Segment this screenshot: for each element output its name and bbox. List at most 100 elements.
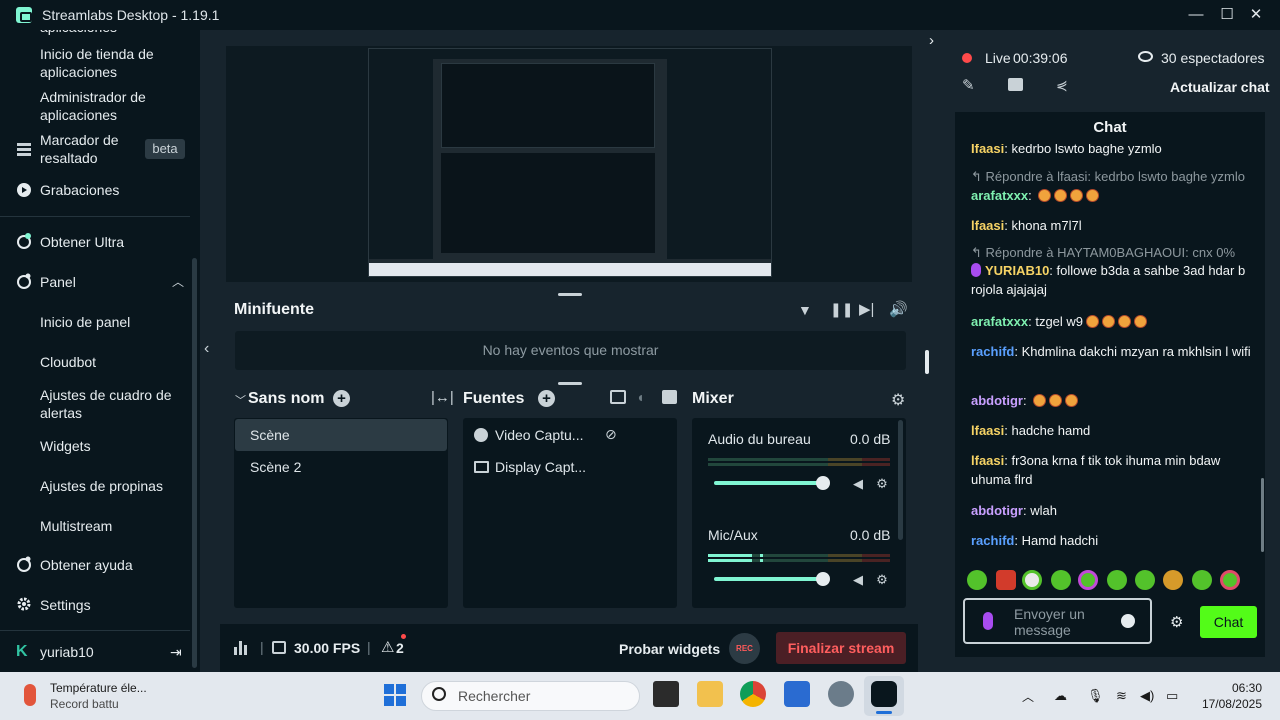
chevron-down-icon[interactable]: ﹀ xyxy=(235,392,246,408)
source-item[interactable]: Display Capt... xyxy=(495,459,586,475)
source-folder-icon[interactable] xyxy=(662,390,677,404)
chevron-up-icon[interactable]: ︿ xyxy=(172,273,184,291)
mixer-scrollbar[interactable] xyxy=(898,420,903,540)
refresh-chat-button[interactable]: Actualizar chat xyxy=(1170,79,1270,95)
taskbar-search[interactable] xyxy=(421,681,640,711)
scene-transition-icon[interactable]: |↔| xyxy=(431,389,454,406)
file-explorer-icon[interactable] xyxy=(697,681,723,707)
collapse-sidebar-icon[interactable]: ‹ xyxy=(204,340,209,358)
sidebar-item-panel[interactable]: Panel xyxy=(40,273,180,291)
slider-knob[interactable] xyxy=(816,572,830,586)
emote-icon[interactable] xyxy=(1051,570,1071,590)
weather-notification-subtitle[interactable]: Record battu xyxy=(50,697,119,711)
ultra-icon xyxy=(17,233,31,249)
channel-gear-icon[interactable]: ⚙ xyxy=(875,477,889,491)
chrome-icon[interactable] xyxy=(740,681,766,707)
chat-settings-gear-icon[interactable]: ⚙ xyxy=(1170,613,1183,631)
streamlabs-taskbar-icon[interactable] xyxy=(871,681,897,707)
edit-icon[interactable]: ✎ xyxy=(962,76,975,94)
channel-gear-icon[interactable]: ⚙ xyxy=(875,573,889,587)
sidebar-item-get-help[interactable]: Obtener ayuda xyxy=(40,556,180,574)
resize-handle[interactable] xyxy=(925,350,929,374)
add-scene-icon[interactable]: + xyxy=(333,390,350,407)
record-button[interactable]: REC xyxy=(729,633,760,664)
show-hidden-icons-chevron-icon[interactable]: ︿ xyxy=(1022,688,1034,705)
sidebar-item-settings[interactable]: Settings xyxy=(40,596,180,614)
clock-time[interactable]: 06:30 xyxy=(1216,681,1262,695)
sidebar-scrollbar[interactable] xyxy=(192,258,197,668)
sidebar-item-highlighter[interactable]: Marcador de resaltado xyxy=(40,131,140,167)
volume-slider[interactable] xyxy=(714,577,824,581)
cloud-icon[interactable]: ☁ xyxy=(1054,688,1067,704)
sidebar-item-app-store-home[interactable]: Inicio de tienda de aplicaciones xyxy=(40,45,180,81)
clock-date[interactable]: 17/08/2025 xyxy=(1196,697,1262,711)
emote-icon[interactable] xyxy=(1078,570,1098,590)
sidebar-item-dashboard-home[interactable]: Inicio de panel xyxy=(40,313,180,331)
source-audio-icon[interactable]: ◖ xyxy=(636,389,644,405)
camera-icon[interactable] xyxy=(1008,78,1023,91)
speaker-tray-icon[interactable]: ◀) xyxy=(1140,688,1154,704)
volume-icon[interactable]: 🔊 xyxy=(889,300,908,318)
speaker-icon[interactable]: ◀ xyxy=(851,477,865,491)
send-chat-button[interactable]: Chat xyxy=(1200,606,1257,638)
highlighter-icon xyxy=(17,143,31,156)
end-stream-button[interactable]: Finalizar stream xyxy=(776,632,906,664)
chat-scrollbar[interactable] xyxy=(1261,478,1264,552)
microsoft-store-icon[interactable] xyxy=(784,681,810,707)
sidebar-item-widgets[interactable]: Widgets xyxy=(40,437,180,455)
filter-icon[interactable]: ▼ xyxy=(798,302,812,318)
emote-icon[interactable] xyxy=(1135,570,1155,590)
chat-messages: Ifaasi: kedrbo lswto baghe yzmlo ↰ Répon… xyxy=(955,144,1255,556)
emote-icon[interactable] xyxy=(1107,570,1127,590)
microphone-tray-icon[interactable]: 🎙 xyxy=(1087,688,1104,704)
emote-icon[interactable] xyxy=(1022,570,1042,590)
emoji-icon[interactable] xyxy=(1121,614,1135,628)
warning-icon[interactable]: ⚠ xyxy=(381,638,394,656)
sidebar-item-cloudbot[interactable]: Cloudbot xyxy=(40,353,180,371)
stats-icon[interactable] xyxy=(234,641,248,655)
settings-app-icon[interactable] xyxy=(828,681,854,707)
battery-icon[interactable]: ▭ xyxy=(1166,688,1178,704)
mixer-settings-gear-icon[interactable]: ⚙ xyxy=(891,390,905,410)
sidebar-item-app-manager[interactable]: Administrador de aplicaciones xyxy=(40,88,180,124)
emote-icon[interactable] xyxy=(967,570,987,590)
resize-handle[interactable] xyxy=(558,293,582,296)
source-display-icon[interactable] xyxy=(610,390,626,404)
maximize-button[interactable]: ☐ xyxy=(1216,4,1238,26)
resize-handle[interactable] xyxy=(558,382,582,385)
volume-meter xyxy=(708,458,828,461)
test-widgets-button[interactable]: Probar widgets xyxy=(619,641,720,657)
task-view-icon[interactable] xyxy=(653,681,679,707)
sidebar-item-apps[interactable]: aplicaciones xyxy=(40,30,180,36)
mixer-channel-level: 0.0 dB xyxy=(850,527,891,543)
source-item[interactable]: Video Captu... xyxy=(495,427,583,443)
scene-item[interactable]: Scène xyxy=(250,427,290,443)
windows-start-icon[interactable] xyxy=(384,684,406,706)
weather-notification-title[interactable]: Température éle... xyxy=(50,681,147,695)
speaker-icon[interactable]: ◀ xyxy=(851,573,865,587)
collapse-chat-icon[interactable]: › xyxy=(929,32,934,49)
minimize-button[interactable]: — xyxy=(1185,4,1207,26)
close-button[interactable]: ✕ xyxy=(1245,4,1267,26)
emote-icon[interactable] xyxy=(1163,570,1183,590)
sidebar-item-alertbox[interactable]: Ajustes de cuadro de alertas xyxy=(40,386,180,422)
emote-icon[interactable] xyxy=(1220,570,1240,590)
microphone-icon[interactable] xyxy=(983,612,993,630)
sidebar-item-recordings[interactable]: Grabaciones xyxy=(40,181,180,199)
volume-slider[interactable] xyxy=(714,481,824,485)
sidebar-item-tip-settings[interactable]: Ajustes de propinas xyxy=(40,477,180,495)
logout-icon[interactable]: ⇥ xyxy=(170,643,182,661)
slider-knob[interactable] xyxy=(816,476,830,490)
live-timer: 00:39:06 xyxy=(1013,50,1068,66)
wifi-icon[interactable]: ≋ xyxy=(1116,688,1127,704)
scene-item[interactable]: Scène 2 xyxy=(250,459,301,475)
skip-icon[interactable]: ▶| xyxy=(859,300,874,318)
add-source-icon[interactable]: + xyxy=(538,390,555,407)
visibility-off-icon[interactable]: ⊘ xyxy=(605,426,617,443)
share-icon[interactable]: ⋞ xyxy=(1056,77,1068,94)
sidebar-item-get-ultra[interactable]: Obtener Ultra xyxy=(40,233,180,251)
pause-icon[interactable]: ❚❚ xyxy=(830,301,853,318)
emote-icon[interactable] xyxy=(1192,570,1212,590)
sidebar-item-multistream[interactable]: Multistream xyxy=(40,517,180,535)
emote-icon[interactable] xyxy=(996,570,1016,590)
